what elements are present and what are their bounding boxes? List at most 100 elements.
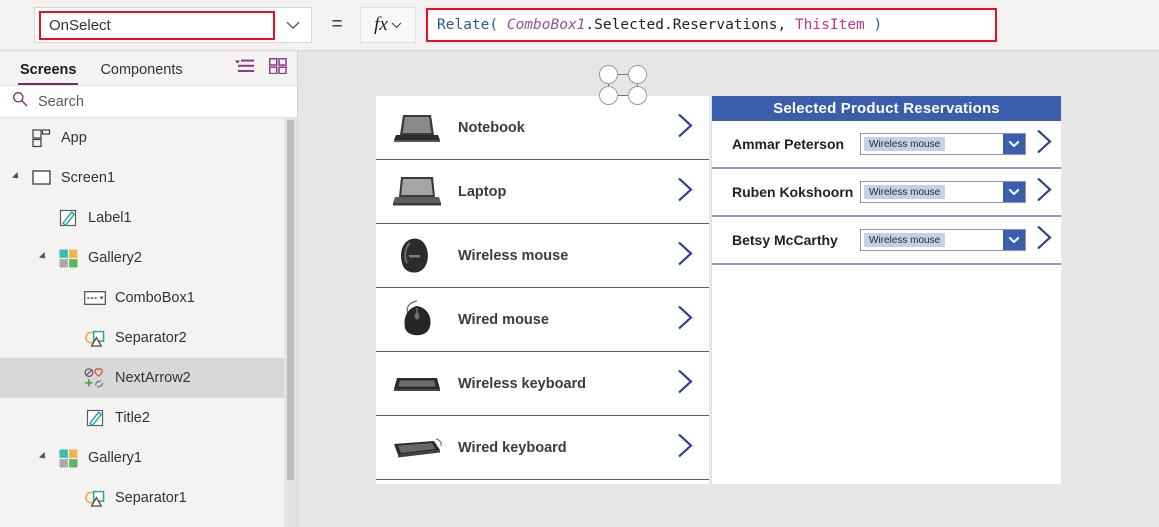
gallery-item-label: Wireless mouse xyxy=(458,247,569,264)
search-row[interactable]: Search xyxy=(0,86,297,118)
reservation-person-name: Ruben Kokshoorn xyxy=(732,184,854,200)
twisty-none xyxy=(10,132,23,145)
chevron-right-icon[interactable] xyxy=(675,240,696,271)
icon-icon xyxy=(84,367,106,389)
twisty-expanded-icon[interactable] xyxy=(10,171,23,185)
reservation-row[interactable]: Ammar Peterson Wireless mouse xyxy=(712,121,1061,169)
reservations-title: Selected Product Reservations xyxy=(712,96,1061,121)
fx-label: fx xyxy=(374,14,388,35)
grid-view-icon[interactable] xyxy=(268,57,287,79)
label-icon xyxy=(57,207,79,229)
chevron-right-icon[interactable] xyxy=(675,304,696,335)
reservation-combobox[interactable]: Wireless mouse xyxy=(860,181,1026,203)
tree-item-app[interactable]: App xyxy=(0,118,297,158)
sidebar-tabs: Screens Components xyxy=(0,51,297,86)
formula-token-path: .Selected.Reservations, xyxy=(585,17,795,33)
label-icon xyxy=(84,407,106,429)
reservation-combobox[interactable]: Wireless mouse xyxy=(860,229,1026,251)
next-arrow-icon[interactable] xyxy=(1034,129,1055,160)
sidebar-scrollbar-thumb[interactable] xyxy=(287,120,294,480)
combobox-selected-chip: Wireless mouse xyxy=(864,233,946,247)
tree-item-label: Title2 xyxy=(115,410,150,426)
gallery-item[interactable]: Wired mouse xyxy=(376,288,712,352)
sidebar-scrollbar-track[interactable] xyxy=(284,118,297,527)
tree-view-icon[interactable] xyxy=(235,58,255,79)
tree-item-screen1[interactable]: Screen1 xyxy=(0,158,297,198)
tree-item-label: NextArrow2 xyxy=(115,370,191,386)
tree-item-separator1[interactable]: Separator1 xyxy=(0,478,297,518)
gallery-item[interactable]: Wireless mouse xyxy=(376,224,712,288)
tree-item-label: ComboBox1 xyxy=(115,290,195,306)
separator-icon xyxy=(84,327,106,349)
chevron-right-icon[interactable] xyxy=(675,368,696,399)
laptop-image xyxy=(390,172,444,212)
next-arrow-icon[interactable] xyxy=(1034,225,1055,256)
twisty-none xyxy=(64,332,77,345)
twisty-none xyxy=(37,212,50,225)
next-arrow-icon[interactable] xyxy=(1034,177,1055,208)
sidebar-view-icons xyxy=(235,57,287,79)
tree-item-title2[interactable]: Title2 xyxy=(0,398,297,438)
gallery-item[interactable]: Laptop xyxy=(376,160,712,224)
reservation-row[interactable]: Ruben Kokshoorn Wireless mouse xyxy=(712,169,1061,217)
screen-icon xyxy=(30,167,52,189)
app-icon xyxy=(30,127,52,149)
tree-item-label: Label1 xyxy=(88,210,132,226)
gallery-icon xyxy=(57,247,79,269)
search-input[interactable]: Search xyxy=(38,94,84,110)
formula-token-space xyxy=(498,17,507,33)
wireless-keyboard-image xyxy=(390,364,444,404)
twisty-expanded-icon[interactable] xyxy=(37,251,50,265)
selection-handle-top-right[interactable] xyxy=(628,65,647,84)
formula-token-function: Relate( xyxy=(437,17,499,33)
reservations-gallery[interactable]: Selected Product Reservations Ammar Pete… xyxy=(711,96,1061,484)
app-canvas: Notebook Laptop Wireless mouse Wired mou… xyxy=(299,51,1159,527)
twisty-none xyxy=(64,292,77,305)
twisty-none xyxy=(64,372,77,385)
wireless-mouse-image xyxy=(390,236,444,276)
twisty-none xyxy=(64,492,77,505)
tree-item-label1[interactable]: Label1 xyxy=(0,198,297,238)
tree-item-label: Gallery1 xyxy=(88,450,142,466)
wired-keyboard-image xyxy=(390,428,444,468)
property-selector[interactable]: OnSelect xyxy=(34,7,312,43)
equals-sign: = xyxy=(331,14,343,35)
formula-input[interactable]: Relate( ComboBox1 .Selected.Reservations,… xyxy=(426,8,997,42)
product-gallery[interactable]: Notebook Laptop Wireless mouse Wired mou… xyxy=(376,96,712,484)
tree-item-combobox1[interactable]: ComboBox1 xyxy=(0,278,297,318)
twisty-expanded-icon[interactable] xyxy=(37,451,50,465)
tree-item-nextarrow2[interactable]: NextArrow2 xyxy=(0,358,297,398)
chevron-down-icon[interactable] xyxy=(1003,134,1025,154)
tree-item-label: App xyxy=(61,130,87,146)
tab-screens[interactable]: Screens xyxy=(8,62,88,85)
tree-item-partial-10[interactable] xyxy=(0,518,297,527)
reservation-row[interactable]: Betsy McCarthy Wireless mouse xyxy=(712,217,1061,265)
twisty-none xyxy=(64,412,77,425)
tree-item-gallery1[interactable]: Gallery1 xyxy=(0,438,297,478)
screens-tree: App Screen1 Label1 Gallery2 ComboBox1 Se… xyxy=(0,118,297,527)
chevron-down-icon[interactable] xyxy=(1003,230,1025,250)
gallery-item[interactable]: Wireless keyboard xyxy=(376,352,712,416)
tree-item-gallery2[interactable]: Gallery2 xyxy=(0,238,297,278)
formula-token-close: ) xyxy=(864,17,883,33)
tree-item-label: Gallery2 xyxy=(88,250,142,266)
chevron-down-icon[interactable] xyxy=(275,8,311,42)
chevron-right-icon[interactable] xyxy=(675,432,696,463)
combobox-selected-chip: Wireless mouse xyxy=(864,137,946,151)
tree-item-separator2[interactable]: Separator2 xyxy=(0,318,297,358)
gallery-item[interactable]: Notebook xyxy=(376,96,712,160)
gallery-item-label: Wired mouse xyxy=(458,311,549,328)
reservation-person-name: Betsy McCarthy xyxy=(732,232,838,248)
gallery-item-label: Wireless keyboard xyxy=(458,375,587,392)
selection-handle-top-left[interactable] xyxy=(599,65,618,84)
formula-token-control: ComboBox1 xyxy=(506,17,586,33)
reservation-combobox[interactable]: Wireless mouse xyxy=(860,133,1026,155)
fx-button[interactable]: fx xyxy=(360,7,416,43)
property-input[interactable]: OnSelect xyxy=(39,11,275,40)
chevron-down-icon[interactable] xyxy=(1003,182,1025,202)
chevron-right-icon[interactable] xyxy=(675,176,696,207)
tab-components[interactable]: Components xyxy=(88,62,194,85)
chevron-right-icon[interactable] xyxy=(675,112,696,143)
gallery-item[interactable]: Wired keyboard xyxy=(376,416,712,480)
gallery-item-label: Wired keyboard xyxy=(458,439,567,456)
